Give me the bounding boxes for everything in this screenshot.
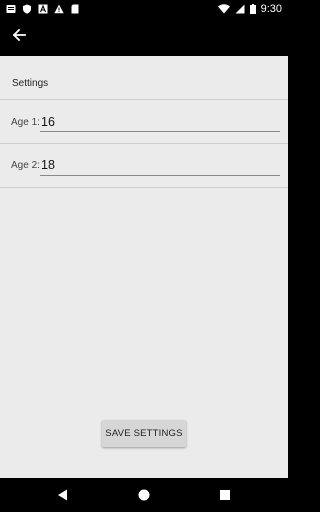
settings-title: Settings bbox=[12, 78, 49, 89]
status-time: 9:30 bbox=[260, 3, 282, 15]
app-bar bbox=[0, 18, 288, 56]
settings-content: Settings Age 1: 16 Age 2: 18 SAVE SETTIN… bbox=[0, 56, 288, 478]
home-circle-icon bbox=[138, 489, 150, 501]
divider bbox=[0, 99, 288, 100]
warning-icon bbox=[54, 4, 64, 14]
a-icon bbox=[38, 4, 48, 14]
age2-label: Age 2: bbox=[11, 160, 40, 171]
age2-input[interactable]: 18 bbox=[40, 155, 280, 177]
nav-back-button[interactable] bbox=[54, 486, 72, 504]
age1-underline bbox=[40, 131, 280, 132]
age2-underline bbox=[40, 175, 280, 176]
status-bar: 9:30 bbox=[0, 0, 288, 18]
divider bbox=[0, 143, 288, 144]
age2-value: 18 bbox=[41, 158, 55, 172]
battery-icon bbox=[249, 4, 256, 14]
age1-value: 16 bbox=[41, 115, 55, 129]
nav-recents-button[interactable] bbox=[216, 486, 234, 504]
sd-card-icon bbox=[70, 4, 80, 14]
wifi-icon bbox=[217, 4, 230, 14]
status-icons-left bbox=[6, 3, 80, 15]
nav-bar bbox=[0, 478, 288, 512]
message-icon bbox=[6, 4, 16, 14]
back-triangle-icon bbox=[57, 489, 69, 501]
nav-home-button[interactable] bbox=[135, 486, 153, 504]
age1-label: Age 1: bbox=[11, 117, 40, 128]
shield-icon bbox=[22, 4, 32, 14]
recents-square-icon bbox=[219, 489, 231, 501]
signal-icon bbox=[235, 4, 245, 14]
arrow-back-icon bbox=[11, 27, 27, 48]
divider bbox=[0, 187, 288, 188]
save-settings-button[interactable]: SAVE SETTINGS bbox=[102, 420, 186, 447]
back-button[interactable] bbox=[8, 26, 30, 48]
status-icons-right: 9:30 bbox=[217, 2, 282, 16]
